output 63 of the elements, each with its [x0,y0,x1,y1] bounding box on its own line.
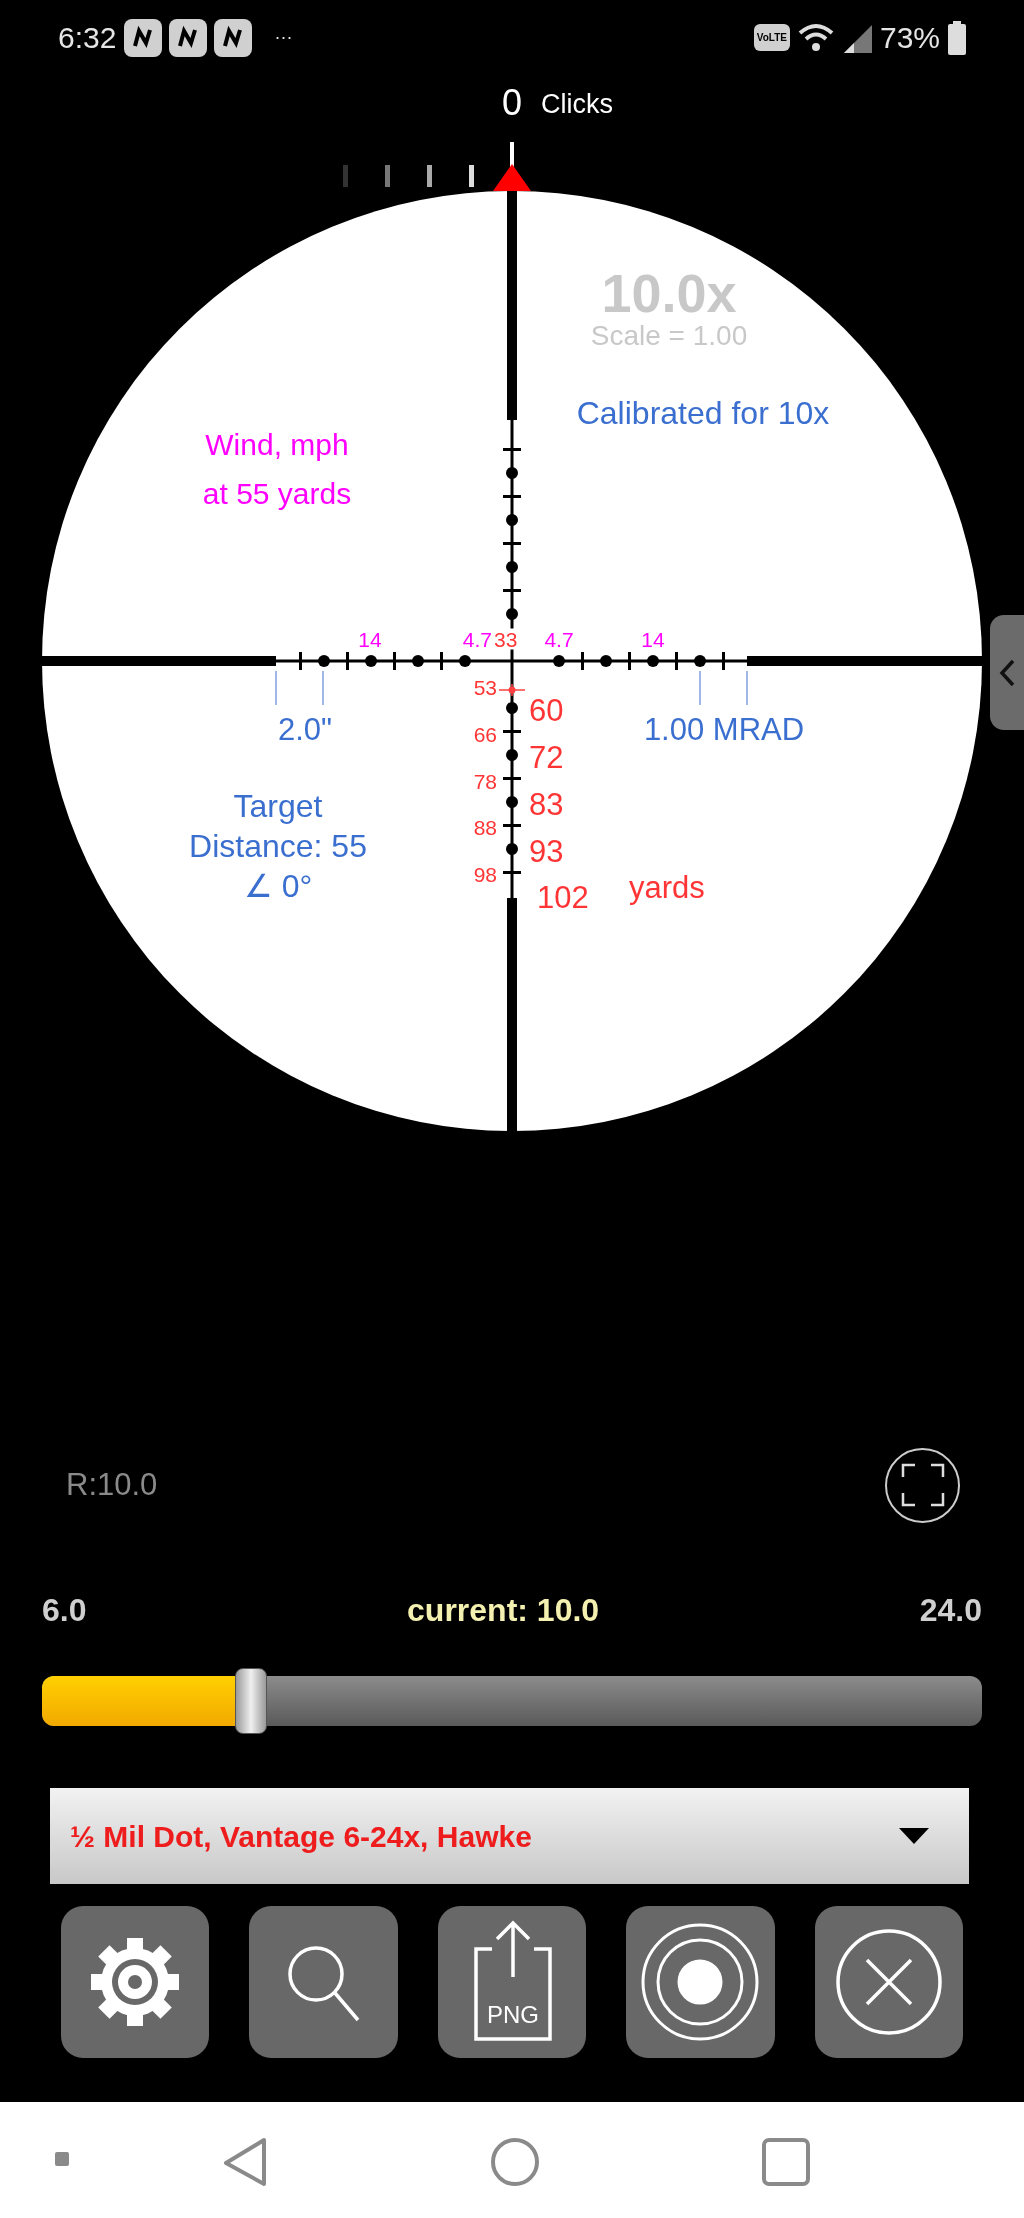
wifi-icon [797,22,834,53]
clock: 6:32 [58,20,117,56]
reading-label: R:10.0 [66,1465,158,1504]
range-mark: 78 [473,770,497,792]
range-unit-label: yards [629,871,705,903]
current-zoom-label: current: 10.0 [407,1591,600,1630]
range-mark: 72 [529,741,564,773]
target-icon [640,1922,761,2042]
fullscreen-button[interactable] [885,1447,960,1523]
battery-icon [948,20,966,55]
pointer-triangle [493,164,531,191]
target-label: ∠ 0° [243,870,313,902]
back-icon[interactable] [222,2137,268,2187]
notification-icon [124,18,163,57]
side-panel-tab[interactable] [990,615,1024,730]
close-icon [833,1927,944,2037]
wind-mark: 4.7 [544,628,574,650]
close-button[interactable] [814,1906,964,2058]
leader-line [746,670,748,706]
zoom-slider-track[interactable] [42,1676,982,1726]
max-zoom-label: 24.0 [919,1591,982,1630]
slider-thumb[interactable] [234,1668,267,1734]
target-label: Target [233,790,323,822]
home-icon[interactable] [490,2137,540,2187]
wind-label: Wind, mph [205,430,349,460]
wind-mark: 14 [641,628,665,650]
notification-icon [169,18,208,57]
range-mark: 83 [529,788,564,820]
range-mark: 66 [473,723,497,745]
clicks-label: Clicks [541,90,613,118]
range-mark: 88 [473,816,497,838]
notification-icon [214,18,253,57]
clicks-value: 0 [502,85,522,121]
target-label: Distance: 55 [189,830,367,862]
wind-mark: 14 [358,628,382,650]
battery-percent: 73% [879,20,940,56]
wind-label: at 55 yards [202,479,352,509]
range-mark: 98 [473,863,497,885]
recents-icon[interactable] [761,2137,811,2187]
search-button[interactable] [249,1906,398,2058]
range-mark: 93 [529,835,564,867]
min-zoom-label: 6.0 [42,1591,87,1630]
network-badge: VoLTE [753,24,790,51]
range-mark: 102 [537,881,589,913]
calibration-label: Calibrated for 10x [576,397,830,429]
chevron-left-icon [998,657,1016,688]
fullscreen-icon [900,1463,945,1507]
range-mark: 33 [494,628,518,650]
size-label: 2.0" [277,713,333,745]
leader-line [322,670,324,706]
reticle-dropdown[interactable]: ½ Mil Dot, Vantage 6-24x, Hawke [50,1788,969,1884]
range-mark: 53 [473,676,497,698]
target-button[interactable] [626,1906,775,2058]
dropdown-caret-icon [899,1828,929,1844]
wind-mark: 4.7 [462,628,492,650]
leader-line [699,670,701,706]
range-mark: 60 [529,694,564,726]
settings-button[interactable] [61,1906,210,2058]
leader-line [275,670,277,706]
export-png-button[interactable]: PNG [437,1906,587,2058]
more-notifications: ··· [274,26,293,49]
mrad-label: 1.00 MRAD [643,713,805,745]
hold-mark [498,683,526,697]
